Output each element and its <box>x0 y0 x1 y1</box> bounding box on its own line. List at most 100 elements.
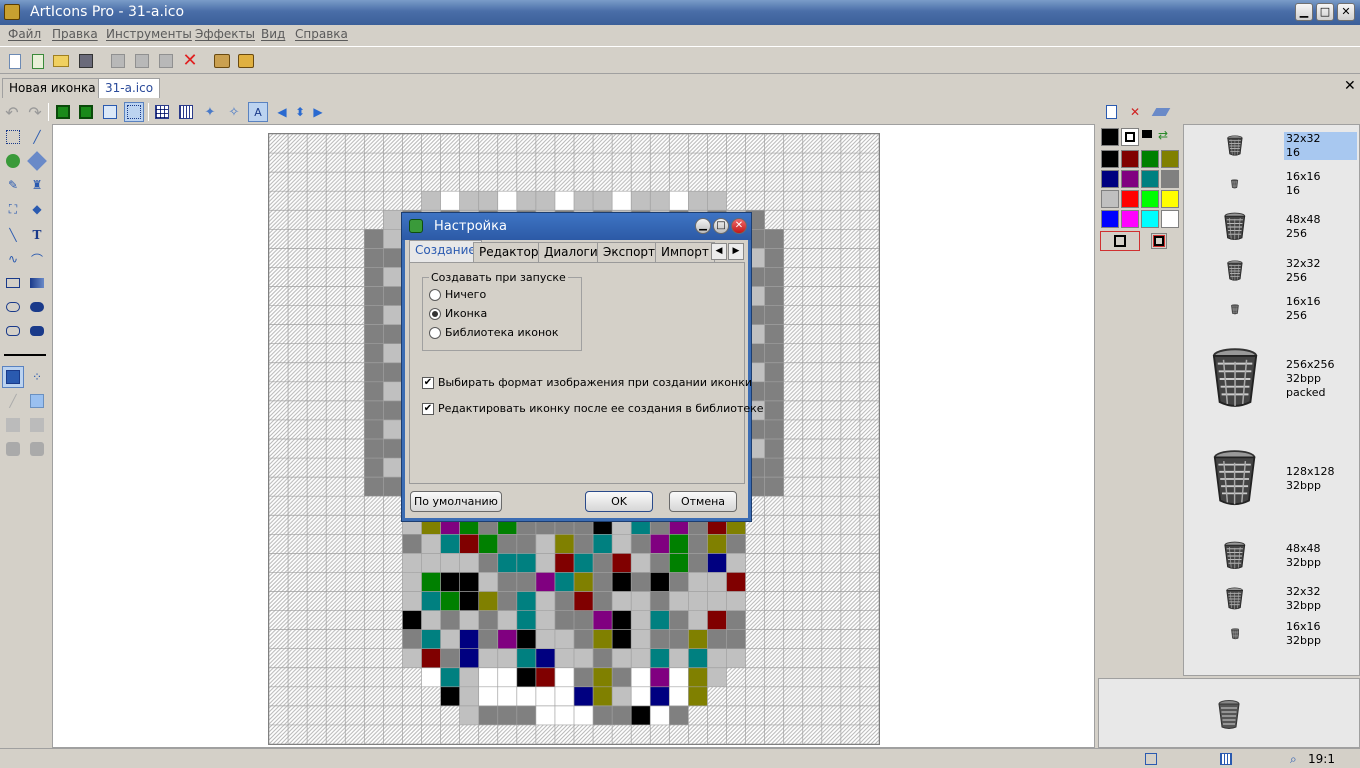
settings-button[interactable] <box>236 51 256 71</box>
close-button[interactable]: ✕ <box>1337 3 1355 21</box>
palette-swatch[interactable] <box>1161 170 1179 188</box>
magic-wand-button-2[interactable]: ✧ <box>224 102 244 122</box>
tab-creation[interactable]: Создание <box>409 240 482 262</box>
filled-ellipse-tool[interactable] <box>26 296 48 318</box>
palette-swatch[interactable] <box>1121 170 1139 188</box>
tab-scroll-right-button[interactable]: ▶ <box>728 243 744 260</box>
opaque-mode-button[interactable] <box>2 366 24 388</box>
format-row[interactable]: 128x128 32bpp <box>1184 437 1359 521</box>
choose-format-checkbox[interactable]: ✔ <box>422 377 434 389</box>
palette-swatch[interactable] <box>1121 190 1139 208</box>
move-updown-button[interactable]: ⬍ <box>290 102 310 122</box>
palette-swatch[interactable] <box>1161 210 1179 228</box>
tab-export[interactable]: Экспорт <box>597 242 662 262</box>
palette-swatch[interactable] <box>1101 190 1119 208</box>
eyedropper-tool[interactable]: ╱ <box>26 126 48 148</box>
delete-button[interactable]: ✕ <box>180 51 200 71</box>
dialog-maximize-button[interactable]: □ <box>713 218 729 234</box>
clear-format-button[interactable] <box>1151 102 1171 122</box>
line-width-selector[interactable] <box>4 354 46 356</box>
format-row[interactable]: 256x256 32bpp packed <box>1184 337 1359 421</box>
pixel-grid-button[interactable] <box>176 102 196 122</box>
stamp-tool-2[interactable] <box>26 438 48 460</box>
cut-button[interactable] <box>108 51 128 71</box>
palette-swatch[interactable] <box>1141 170 1159 188</box>
tab-scroll-left-button[interactable]: ◀ <box>711 243 727 260</box>
stamp-tool[interactable] <box>2 438 24 460</box>
add-format-button[interactable] <box>1101 102 1121 122</box>
undo-button[interactable]: ↶ <box>2 102 22 122</box>
filled-rectangle-tool[interactable] <box>26 272 48 294</box>
blur-tool[interactable]: ╱ <box>2 390 24 412</box>
minimize-button[interactable]: ▁ <box>1295 3 1313 21</box>
curve-tool[interactable]: ∿ <box>2 248 24 270</box>
palette-swatch[interactable] <box>1161 150 1179 168</box>
swap-colors-icon[interactable] <box>1142 130 1152 138</box>
palette-swatch[interactable] <box>1141 190 1159 208</box>
radio-library[interactable] <box>429 327 441 339</box>
screen-color-slot[interactable] <box>1100 231 1140 251</box>
arc-tool[interactable]: ⌒ <box>26 248 48 270</box>
palette-swatch[interactable] <box>1141 210 1159 228</box>
menu-edit[interactable]: Правка <box>52 27 98 41</box>
spray-tool[interactable]: ⛶ <box>2 198 24 220</box>
eraser-tool[interactable] <box>26 150 48 172</box>
selection-frame-button[interactable] <box>124 102 144 122</box>
frame-button-2[interactable] <box>76 102 96 122</box>
menu-effects[interactable]: Эффекты <box>195 27 255 41</box>
lasso-tool[interactable] <box>2 150 24 172</box>
dialog-close-button[interactable]: ✕ <box>731 218 747 234</box>
format-row[interactable]: 16x16 16 <box>1184 170 1359 197</box>
format-row[interactable]: 32x32 16 <box>1184 129 1359 163</box>
defaults-button[interactable]: По умолчанию <box>410 491 502 512</box>
format-row[interactable]: 48x48 32bpp <box>1184 533 1359 579</box>
palette-swatch[interactable] <box>1141 150 1159 168</box>
format-row[interactable]: 16x16 256 <box>1184 295 1359 323</box>
menu-view[interactable]: Вид <box>261 27 285 41</box>
close-tab-icon[interactable]: ✕ <box>1344 78 1356 94</box>
cancel-button[interactable]: Отмена <box>669 491 737 512</box>
frame-button-1[interactable] <box>53 102 73 122</box>
palette-swatch[interactable] <box>1121 150 1139 168</box>
format-row[interactable]: 32x32 32bpp <box>1184 581 1359 617</box>
palette-swatch[interactable] <box>1161 190 1179 208</box>
format-row[interactable]: 16x16 32bpp <box>1184 619 1359 649</box>
ok-button[interactable]: OK <box>585 491 653 512</box>
fill-tool[interactable]: ◆ <box>26 198 48 220</box>
palette-swatch[interactable] <box>1101 150 1119 168</box>
menu-tools[interactable]: Инструменты <box>106 27 192 41</box>
dialog-minimize-button[interactable]: ▁ <box>695 218 711 234</box>
palette-swatch[interactable] <box>1101 170 1119 188</box>
move-left-button[interactable]: ◀ <box>272 102 292 122</box>
maximize-button[interactable]: □ <box>1316 3 1334 21</box>
palette-swatch[interactable] <box>1101 210 1119 228</box>
pencil-tool[interactable]: ✎ <box>2 174 24 196</box>
clone-tool[interactable] <box>2 414 24 436</box>
rounded-rect-tool[interactable] <box>2 320 24 342</box>
transparent-mode-button[interactable]: ⁘ <box>26 366 48 388</box>
radio-nothing[interactable] <box>429 289 441 301</box>
effects-button[interactable] <box>212 51 232 71</box>
transparent-color[interactable] <box>1121 128 1139 146</box>
radio-icon[interactable] <box>429 308 441 320</box>
open-button[interactable] <box>51 51 71 71</box>
move-right-button[interactable]: ▶ <box>308 102 328 122</box>
grid-button[interactable] <box>152 102 172 122</box>
frame-button-3[interactable] <box>100 102 120 122</box>
filled-rounded-rect-tool[interactable] <box>26 320 48 342</box>
paste-button[interactable] <box>156 51 176 71</box>
rect-select-tool[interactable] <box>2 126 24 148</box>
edit-after-create-checkbox[interactable]: ✔ <box>422 403 434 415</box>
new-icon-button[interactable] <box>5 51 25 71</box>
menu-file[interactable]: Файл <box>8 27 41 41</box>
tab-import[interactable]: Импорт <box>655 242 715 262</box>
new-library-button[interactable] <box>28 51 48 71</box>
format-row[interactable]: 32x32 256 <box>1184 253 1359 289</box>
antialias-button[interactable]: A <box>248 102 268 122</box>
text-tool[interactable]: T <box>26 224 48 246</box>
tab-31-a[interactable]: 31-a.ico <box>98 78 161 98</box>
inverse-color-slot[interactable] <box>1151 233 1167 249</box>
save-button[interactable] <box>76 51 96 71</box>
rectangle-tool[interactable] <box>2 272 24 294</box>
sharpen-tool[interactable] <box>26 390 48 412</box>
